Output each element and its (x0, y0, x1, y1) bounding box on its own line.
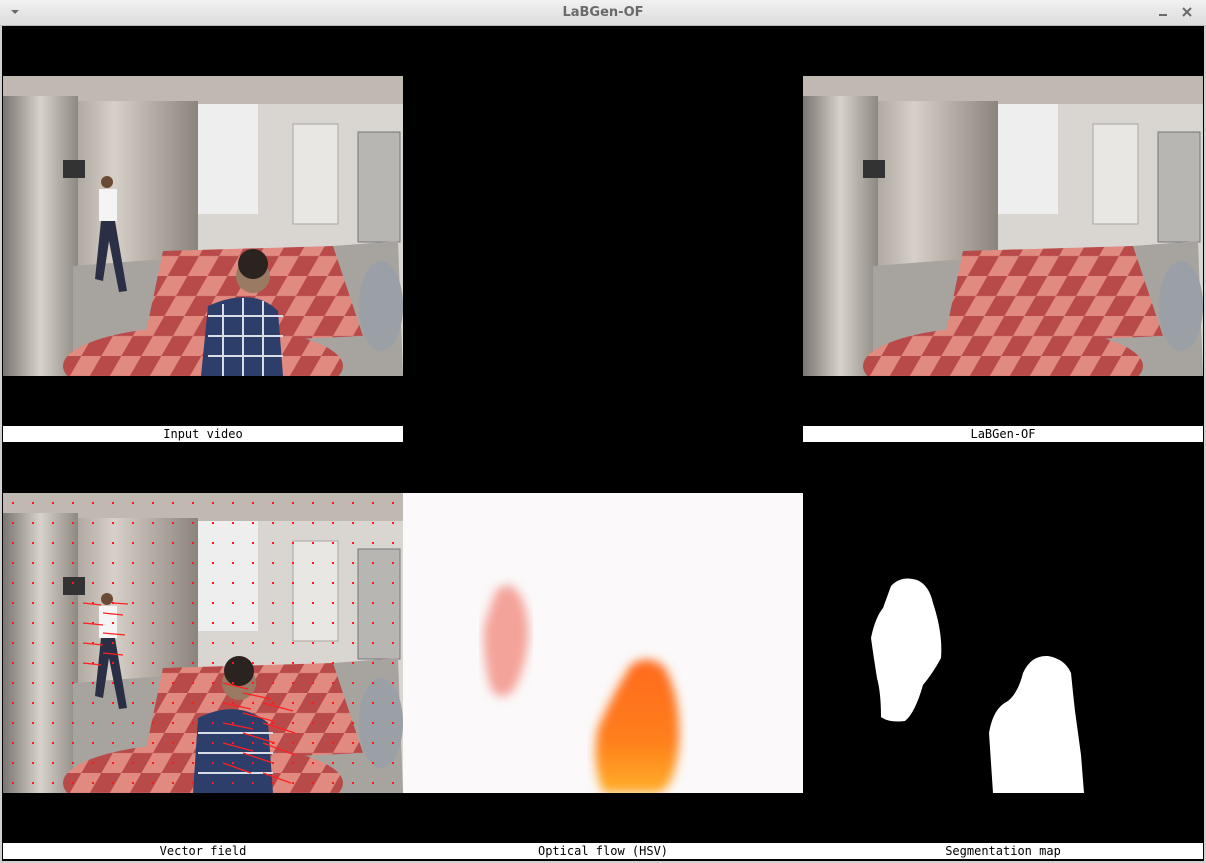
optical-flow-label: Optical flow (HSV) (403, 843, 803, 859)
minimize-icon[interactable] (1154, 3, 1172, 21)
optical-flow-frame (403, 493, 803, 793)
labgen-of-label: LaBGen-OF (803, 426, 1203, 442)
segmentation-map-label: Segmentation map (803, 843, 1203, 859)
display-canvas: Input video LaBGen-OF Vector field Optic… (3, 26, 1203, 860)
input-video-frame (3, 76, 403, 376)
window-titlebar[interactable]: LaBGen-OF (0, 0, 1206, 26)
window-title: LaBGen-OF (562, 5, 644, 20)
vector-field-frame (3, 493, 403, 793)
input-video-label: Input video (3, 426, 403, 442)
segmentation-map-frame (803, 493, 1203, 793)
close-icon[interactable] (1178, 3, 1196, 21)
labgen-of-frame (803, 76, 1203, 376)
vector-field-label: Vector field (3, 843, 403, 859)
